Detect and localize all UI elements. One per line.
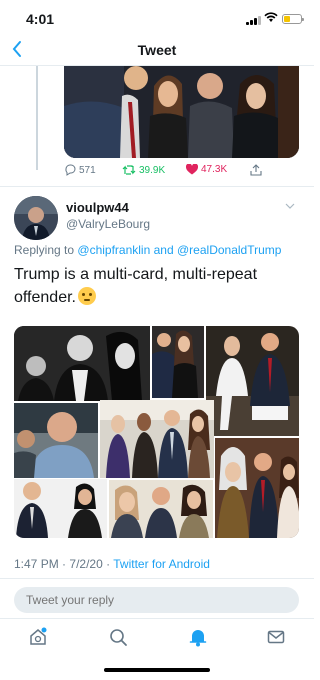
battery-icon (282, 14, 304, 24)
page-title: Tweet (137, 42, 177, 58)
tweet-body: Trump is a multi-card, multi-repeat offe… (14, 266, 258, 306)
status-bar: 4:01 (0, 0, 314, 36)
collage-photo (14, 403, 98, 478)
tweet-time: 1:47 PM (14, 557, 59, 571)
mention-link[interactable]: @chipfranklin (77, 243, 150, 257)
nav-bar: Tweet (0, 36, 314, 66)
notifications-icon[interactable] (188, 627, 208, 647)
replying-to: Replying to @chipfranklin and @realDonal… (14, 243, 281, 257)
collage-photo (206, 326, 299, 436)
collage-photo (215, 438, 299, 538)
collage-photo (109, 480, 213, 538)
mention-link[interactable]: @realDonaldTrump (177, 243, 281, 257)
reply-icon (65, 164, 76, 176)
thinking-face-icon (77, 287, 96, 305)
reply-action[interactable]: 571 (64, 164, 96, 176)
retweet-icon (122, 165, 136, 175)
search-icon[interactable] (108, 627, 128, 647)
tab-bar (0, 618, 314, 654)
previous-tweet-actions: 571 39.9K 47.3K (64, 164, 299, 180)
collage-photo (152, 326, 204, 398)
collage-photo (14, 326, 150, 401)
thread-connector (36, 66, 38, 170)
home-indicator (104, 668, 210, 672)
avatar[interactable] (14, 196, 58, 240)
like-action[interactable]: 47.3K (186, 164, 227, 175)
chevron-down-icon[interactable] (284, 200, 296, 212)
tweet-source-link[interactable]: Twitter for Android (113, 557, 210, 571)
reply-input[interactable] (14, 587, 299, 613)
home-icon[interactable] (28, 627, 48, 647)
collage-photo (14, 479, 107, 538)
share-action[interactable] (250, 164, 262, 176)
collage-photo (100, 400, 214, 478)
replying-and: and (153, 243, 174, 257)
retweet-action[interactable]: 39.9K (122, 164, 165, 176)
meta-separator: · (62, 557, 67, 571)
tweet-meta: 1:47 PM · 7/2/20 · Twitter for Android (14, 557, 210, 571)
messages-icon[interactable] (266, 627, 286, 647)
previous-tweet-photo[interactable] (64, 66, 299, 158)
user-handle[interactable]: @ValryLeBourg (66, 217, 150, 231)
wifi-icon (264, 12, 278, 22)
tweet-date: 7/2/20 (69, 557, 103, 571)
status-time: 4:01 (26, 11, 55, 27)
reply-bar (0, 578, 314, 618)
share-icon (250, 164, 262, 176)
tweet-text: Trump is a multi-card, multi-repeat offe… (14, 263, 304, 309)
replying-prefix: Replying to (14, 243, 75, 257)
cellular-signal-icon (246, 15, 262, 25)
like-count: 47.3K (201, 164, 228, 175)
display-name[interactable]: vioulpw44 (66, 200, 129, 215)
divider (0, 186, 314, 187)
tweet-image-collage[interactable] (14, 326, 299, 538)
retweet-count: 39.9K (139, 164, 166, 176)
meta-separator: · (106, 557, 111, 571)
heart-icon (186, 164, 198, 175)
reply-count: 571 (79, 164, 96, 176)
